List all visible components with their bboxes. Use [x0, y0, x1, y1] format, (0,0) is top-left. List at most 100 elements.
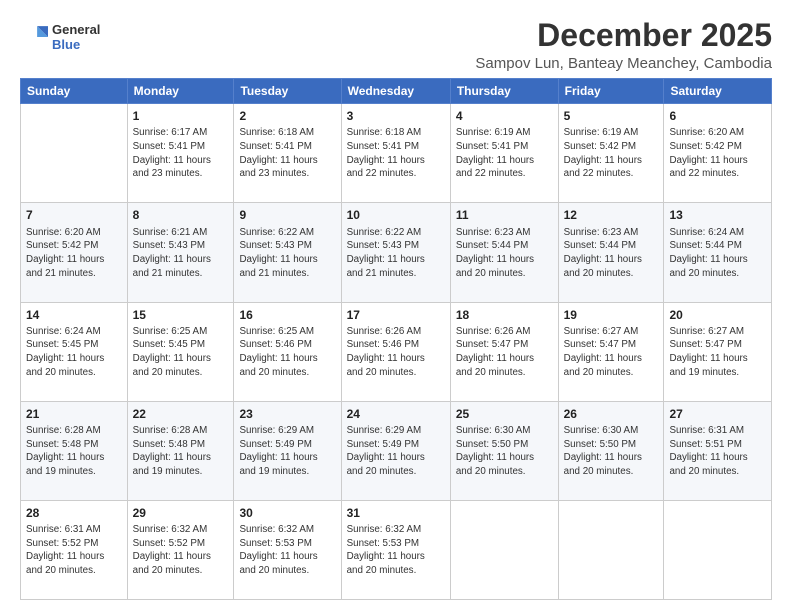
calendar-week-1: 1Sunrise: 6:17 AM Sunset: 5:41 PM Daylig…: [21, 104, 772, 203]
day-number: 4: [456, 108, 553, 124]
day-number: 6: [669, 108, 766, 124]
calendar-cell: 27 Sunrise: 6:31 AM Sunset: 5:51 PM Dayli…: [664, 401, 772, 500]
calendar-cell: [450, 500, 558, 599]
day-info: Sunrise: 6:32 AM Sunset: 5:52 PM Dayligh…: [133, 523, 229, 578]
day-number: 23: [239, 406, 335, 422]
day-number: 12: [564, 207, 659, 223]
header: General Blue December 2025 Sampov Lun, B…: [20, 18, 772, 72]
calendar-cell: 8 Sunrise: 6:21 AM Sunset: 5:43 PM Daylig…: [127, 203, 234, 302]
day-number: 7: [26, 207, 122, 223]
calendar-header-row: SundayMondayTuesdayWednesdayThursdayFrid…: [21, 79, 772, 104]
calendar-cell: 7 Sunrise: 6:20 AM Sunset: 5:42 PM Daylig…: [21, 203, 128, 302]
calendar-cell: 24 Sunrise: 6:29 AM Sunset: 5:49 PM Dayli…: [341, 401, 450, 500]
day-number: 20: [669, 307, 766, 323]
calendar-cell: 4 Sunrise: 6:19 AM Sunset: 5:41 PM Daylig…: [450, 104, 558, 203]
calendar-week-4: 21 Sunrise: 6:28 AM Sunset: 5:48 PM Dayli…: [21, 401, 772, 500]
day-info: Sunrise: 6:24 AM Sunset: 5:45 PM Dayligh…: [26, 325, 122, 380]
day-number: 9: [239, 207, 335, 223]
calendar-cell: 18 Sunrise: 6:26 AM Sunset: 5:47 PM Dayli…: [450, 302, 558, 401]
day-number: 19: [564, 307, 659, 323]
day-info: Sunrise: 6:29 AM Sunset: 5:49 PM Dayligh…: [347, 424, 445, 479]
day-number: 8: [133, 207, 229, 223]
day-number: 2: [239, 108, 335, 124]
day-number: 29: [133, 505, 229, 521]
calendar-cell: 28 Sunrise: 6:31 AM Sunset: 5:52 PM Dayli…: [21, 500, 128, 599]
day-number: 14: [26, 307, 122, 323]
calendar-cell: 21 Sunrise: 6:28 AM Sunset: 5:48 PM Dayli…: [21, 401, 128, 500]
calendar-cell: [558, 500, 664, 599]
subtitle: Sampov Lun, Banteay Meanchey, Cambodia: [475, 55, 772, 72]
calendar-week-2: 7 Sunrise: 6:20 AM Sunset: 5:42 PM Daylig…: [21, 203, 772, 302]
calendar-cell: 16Sunrise: 6:25 AM Sunset: 5:46 PM Dayli…: [234, 302, 341, 401]
day-info: Sunrise: 6:17 AM Sunset: 5:41 PM Dayligh…: [133, 126, 229, 181]
calendar-cell: [21, 104, 128, 203]
calendar-cell: 9 Sunrise: 6:22 AM Sunset: 5:43 PM Daylig…: [234, 203, 341, 302]
day-info: Sunrise: 6:18 AM Sunset: 5:41 PM Dayligh…: [347, 126, 445, 181]
day-info: Sunrise: 6:22 AM Sunset: 5:43 PM Dayligh…: [239, 226, 335, 281]
calendar-cell: 11 Sunrise: 6:23 AM Sunset: 5:44 PM Dayli…: [450, 203, 558, 302]
day-info: Sunrise: 6:28 AM Sunset: 5:48 PM Dayligh…: [133, 424, 229, 479]
day-number: 22: [133, 406, 229, 422]
calendar-cell: 2 Sunrise: 6:18 AM Sunset: 5:41 PM Daylig…: [234, 104, 341, 203]
calendar-week-3: 14 Sunrise: 6:24 AM Sunset: 5:45 PM Dayli…: [21, 302, 772, 401]
calendar-cell: 6Sunrise: 6:20 AM Sunset: 5:42 PM Daylig…: [664, 104, 772, 203]
day-number: 28: [26, 505, 122, 521]
calendar-cell: 23Sunrise: 6:29 AM Sunset: 5:49 PM Dayli…: [234, 401, 341, 500]
calendar-cell: 14 Sunrise: 6:24 AM Sunset: 5:45 PM Dayli…: [21, 302, 128, 401]
day-info: Sunrise: 6:21 AM Sunset: 5:43 PM Dayligh…: [133, 226, 229, 281]
day-info: Sunrise: 6:20 AM Sunset: 5:42 PM Dayligh…: [26, 226, 122, 281]
day-number: 18: [456, 307, 553, 323]
day-info: Sunrise: 6:22 AM Sunset: 5:43 PM Dayligh…: [347, 226, 445, 281]
calendar-cell: 10 Sunrise: 6:22 AM Sunset: 5:43 PM Dayli…: [341, 203, 450, 302]
col-header-monday: Monday: [127, 79, 234, 104]
day-info: Sunrise: 6:30 AM Sunset: 5:50 PM Dayligh…: [564, 424, 659, 479]
day-number: 24: [347, 406, 445, 422]
day-info: Sunrise: 6:23 AM Sunset: 5:44 PM Dayligh…: [456, 226, 553, 281]
logo-text: General Blue: [52, 22, 100, 52]
calendar-cell: 5Sunrise: 6:19 AM Sunset: 5:42 PM Daylig…: [558, 104, 664, 203]
day-info: Sunrise: 6:26 AM Sunset: 5:47 PM Dayligh…: [456, 325, 553, 380]
day-info: Sunrise: 6:27 AM Sunset: 5:47 PM Dayligh…: [669, 325, 766, 380]
calendar-cell: 13Sunrise: 6:24 AM Sunset: 5:44 PM Dayli…: [664, 203, 772, 302]
day-info: Sunrise: 6:24 AM Sunset: 5:44 PM Dayligh…: [669, 226, 766, 281]
calendar-table: SundayMondayTuesdayWednesdayThursdayFrid…: [20, 78, 772, 600]
day-info: Sunrise: 6:27 AM Sunset: 5:47 PM Dayligh…: [564, 325, 659, 380]
calendar-cell: 15Sunrise: 6:25 AM Sunset: 5:45 PM Dayli…: [127, 302, 234, 401]
calendar-cell: 3 Sunrise: 6:18 AM Sunset: 5:41 PM Daylig…: [341, 104, 450, 203]
col-header-wednesday: Wednesday: [341, 79, 450, 104]
day-number: 11: [456, 207, 553, 223]
main-title: December 2025: [475, 18, 772, 53]
day-number: 10: [347, 207, 445, 223]
day-number: 21: [26, 406, 122, 422]
day-info: Sunrise: 6:19 AM Sunset: 5:42 PM Dayligh…: [564, 126, 659, 181]
day-info: Sunrise: 6:31 AM Sunset: 5:51 PM Dayligh…: [669, 424, 766, 479]
day-info: Sunrise: 6:18 AM Sunset: 5:41 PM Dayligh…: [239, 126, 335, 181]
logo: General Blue: [20, 22, 100, 52]
calendar-cell: 25 Sunrise: 6:30 AM Sunset: 5:50 PM Dayli…: [450, 401, 558, 500]
day-number: 31: [347, 505, 445, 521]
day-number: 25: [456, 406, 553, 422]
day-info: Sunrise: 6:28 AM Sunset: 5:48 PM Dayligh…: [26, 424, 122, 479]
calendar-cell: 19 Sunrise: 6:27 AM Sunset: 5:47 PM Dayli…: [558, 302, 664, 401]
day-info: Sunrise: 6:30 AM Sunset: 5:50 PM Dayligh…: [456, 424, 553, 479]
day-info: Sunrise: 6:26 AM Sunset: 5:46 PM Dayligh…: [347, 325, 445, 380]
day-info: Sunrise: 6:32 AM Sunset: 5:53 PM Dayligh…: [239, 523, 335, 578]
day-number: 27: [669, 406, 766, 422]
day-info: Sunrise: 6:31 AM Sunset: 5:52 PM Dayligh…: [26, 523, 122, 578]
day-info: Sunrise: 6:23 AM Sunset: 5:44 PM Dayligh…: [564, 226, 659, 281]
day-number: 15: [133, 307, 229, 323]
day-number: 17: [347, 307, 445, 323]
calendar-week-5: 28 Sunrise: 6:31 AM Sunset: 5:52 PM Dayli…: [21, 500, 772, 599]
calendar-cell: 20 Sunrise: 6:27 AM Sunset: 5:47 PM Dayli…: [664, 302, 772, 401]
day-number: 3: [347, 108, 445, 124]
calendar-cell: 1Sunrise: 6:17 AM Sunset: 5:41 PM Daylig…: [127, 104, 234, 203]
calendar-cell: [664, 500, 772, 599]
day-number: 26: [564, 406, 659, 422]
calendar-cell: 26 Sunrise: 6:30 AM Sunset: 5:50 PM Dayli…: [558, 401, 664, 500]
day-number: 16: [239, 307, 335, 323]
calendar-cell: 17 Sunrise: 6:26 AM Sunset: 5:46 PM Dayli…: [341, 302, 450, 401]
page: General Blue December 2025 Sampov Lun, B…: [0, 0, 792, 612]
calendar-cell: 30Sunrise: 6:32 AM Sunset: 5:53 PM Dayli…: [234, 500, 341, 599]
col-header-tuesday: Tuesday: [234, 79, 341, 104]
day-info: Sunrise: 6:19 AM Sunset: 5:41 PM Dayligh…: [456, 126, 553, 181]
